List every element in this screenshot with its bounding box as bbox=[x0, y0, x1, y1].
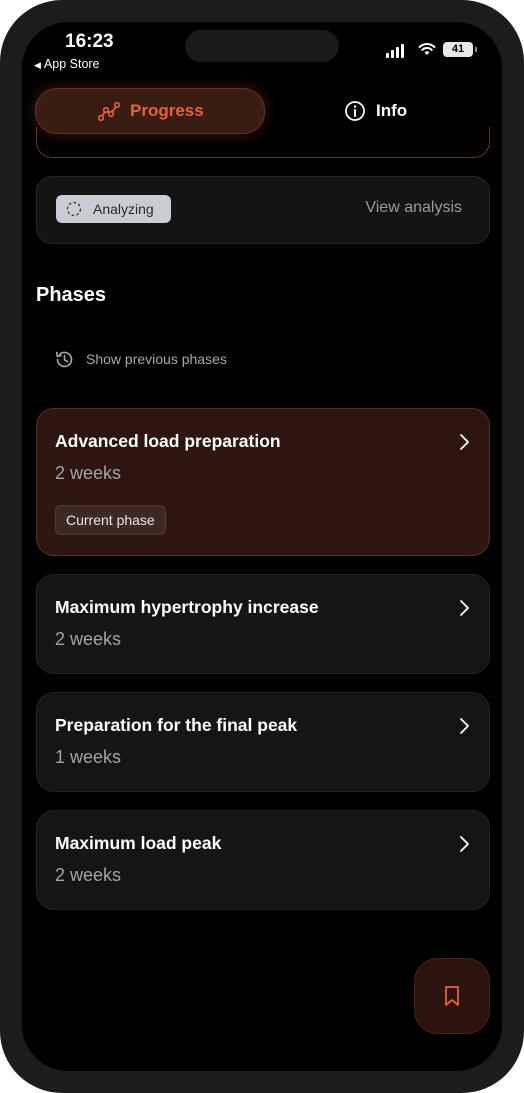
trend-chart-icon bbox=[98, 101, 120, 122]
back-to-app-store[interactable]: ◀ App Store bbox=[34, 57, 100, 71]
phase-title: Maximum load peak bbox=[55, 833, 222, 853]
phase-card-current[interactable]: Advanced load preparation 2 weeks Curren… bbox=[36, 408, 490, 556]
current-phase-badge: Current phase bbox=[55, 505, 166, 535]
history-icon bbox=[55, 351, 73, 368]
analyzing-label: Analyzing bbox=[93, 201, 154, 217]
back-label: App Store bbox=[43, 57, 100, 71]
phase-duration: 1 weeks bbox=[55, 747, 122, 767]
wifi-icon bbox=[418, 43, 436, 55]
chevron-right-icon bbox=[460, 718, 469, 734]
status-time: 16:23 bbox=[65, 31, 114, 52]
app-screen: 16:23 ◀ App Store 41 Progress Info Analy… bbox=[22, 22, 502, 1071]
analyzing-badge: Analyzing bbox=[56, 195, 171, 223]
phase-duration: 2 weeks bbox=[55, 629, 122, 649]
dynamic-island bbox=[185, 30, 339, 62]
info-icon bbox=[345, 101, 365, 121]
previous-card-edge bbox=[36, 127, 490, 158]
phases-heading: Phases bbox=[36, 284, 107, 306]
phase-duration: 2 weeks bbox=[55, 463, 122, 483]
phase-card[interactable]: Preparation for the final peak 1 weeks bbox=[36, 692, 490, 792]
phone-frame: 16:23 ◀ App Store 41 Progress Info Analy… bbox=[0, 0, 524, 1093]
back-arrow-icon: ◀ bbox=[34, 60, 41, 70]
analysis-card: Analyzing View analysis bbox=[36, 176, 490, 244]
spinner-icon bbox=[66, 201, 82, 217]
tab-progress-label: Progress bbox=[130, 101, 204, 120]
phase-title: Preparation for the final peak bbox=[55, 715, 298, 735]
chevron-right-icon bbox=[460, 600, 469, 616]
tab-info-label: Info bbox=[376, 101, 408, 120]
show-previous-label: Show previous phases bbox=[86, 351, 227, 367]
phase-title: Advanced load preparation bbox=[55, 431, 281, 451]
phase-card[interactable]: Maximum hypertrophy increase 2 weeks bbox=[36, 574, 490, 674]
signal-icon bbox=[386, 44, 408, 58]
phase-card[interactable]: Maximum load peak 2 weeks bbox=[36, 810, 490, 910]
bookmark-button[interactable] bbox=[414, 958, 490, 1034]
chevron-right-icon bbox=[460, 836, 469, 852]
view-analysis-link[interactable]: View analysis bbox=[365, 199, 462, 217]
chevron-right-icon bbox=[460, 434, 469, 450]
bookmark-icon bbox=[445, 986, 459, 1006]
battery-indicator: 41 bbox=[443, 42, 477, 57]
tab-info[interactable]: Info bbox=[344, 99, 434, 123]
phase-duration: 2 weeks bbox=[55, 865, 122, 885]
phase-title: Maximum hypertrophy increase bbox=[55, 597, 319, 617]
